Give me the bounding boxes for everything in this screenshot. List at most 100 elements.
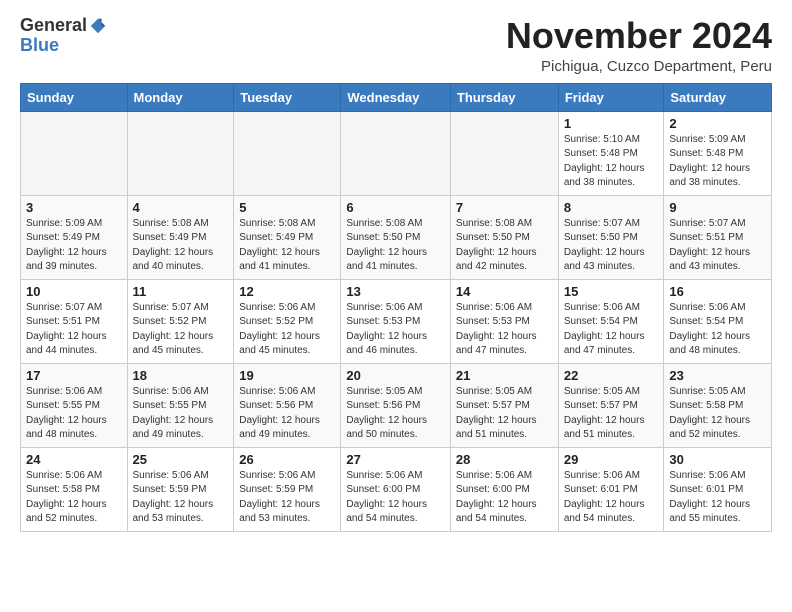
day-number: 23 — [669, 368, 766, 383]
day-number: 1 — [564, 116, 659, 131]
day-number: 14 — [456, 284, 553, 299]
day-number: 26 — [239, 452, 335, 467]
table-row: 2 Sunrise: 5:09 AM Sunset: 5:48 PM Daylig… — [664, 111, 772, 195]
table-row — [341, 111, 451, 195]
table-row — [450, 111, 558, 195]
day-number: 30 — [669, 452, 766, 467]
day-number: 17 — [26, 368, 122, 383]
table-row: 23 Sunrise: 5:05 AM Sunset: 5:58 PM Dayli… — [664, 363, 772, 447]
table-row: 22Sunrise: 5:05 AM Sunset: 5:57 PM Dayli… — [558, 363, 664, 447]
table-row: 9 Sunrise: 5:07 AM Sunset: 5:51 PM Daylig… — [664, 195, 772, 279]
col-sunday: Sunday — [21, 83, 128, 111]
day-info: Sunrise: 5:06 AM Sunset: 5:53 PM Dayligh… — [456, 301, 553, 359]
table-row: 13Sunrise: 5:06 AM Sunset: 5:53 PM Dayli… — [341, 279, 451, 363]
table-row: 5Sunrise: 5:08 AM Sunset: 5:49 PM Daylig… — [234, 195, 341, 279]
day-number: 27 — [346, 452, 445, 467]
table-row: 6 Sunrise: 5:08 AM Sunset: 5:50 PM Daylig… — [341, 195, 451, 279]
logo-general: General — [20, 16, 87, 36]
day-info: Sunrise: 5:06 AM Sunset: 6:00 PM Dayligh… — [346, 469, 445, 527]
calendar-week-row: 17 Sunrise: 5:06 AM Sunset: 5:55 PM Dayli… — [21, 363, 772, 447]
location-subtitle: Pichigua, Cuzco Department, Peru — [506, 58, 772, 75]
day-number: 7 — [456, 200, 553, 215]
table-row: 11 Sunrise: 5:07 AM Sunset: 5:52 PM Dayli… — [127, 279, 234, 363]
day-info: Sunrise: 5:08 AM Sunset: 5:49 PM Dayligh… — [239, 217, 335, 275]
logo-blue: Blue — [20, 36, 59, 56]
day-info: Sunrise: 5:07 AM Sunset: 5:51 PM Dayligh… — [26, 301, 122, 359]
calendar-week-row: 24 Sunrise: 5:06 AM Sunset: 5:58 PM Dayli… — [21, 447, 772, 531]
calendar-table: Sunday Monday Tuesday Wednesday Thursday… — [20, 83, 772, 532]
table-row: 18 Sunrise: 5:06 AM Sunset: 5:55 PM Dayli… — [127, 363, 234, 447]
day-info: Sunrise: 5:06 AM Sunset: 6:01 PM Dayligh… — [564, 469, 659, 527]
day-info: Sunrise: 5:10 AM Sunset: 5:48 PM Dayligh… — [564, 133, 659, 191]
day-info: Sunrise: 5:07 AM Sunset: 5:51 PM Dayligh… — [669, 217, 766, 275]
table-row: 30 Sunrise: 5:06 AM Sunset: 6:01 PM Dayli… — [664, 447, 772, 531]
table-row: 27 Sunrise: 5:06 AM Sunset: 6:00 PM Dayli… — [341, 447, 451, 531]
day-number: 28 — [456, 452, 553, 467]
day-info: Sunrise: 5:09 AM Sunset: 5:49 PM Dayligh… — [26, 217, 122, 275]
calendar-body: 1 Sunrise: 5:10 AM Sunset: 5:48 PM Daylig… — [21, 111, 772, 531]
day-info: Sunrise: 5:06 AM Sunset: 5:53 PM Dayligh… — [346, 301, 445, 359]
calendar-week-row: 1 Sunrise: 5:10 AM Sunset: 5:48 PM Daylig… — [21, 111, 772, 195]
col-saturday: Saturday — [664, 83, 772, 111]
col-tuesday: Tuesday — [234, 83, 341, 111]
day-info: Sunrise: 5:09 AM Sunset: 5:48 PM Dayligh… — [669, 133, 766, 191]
table-row: 28Sunrise: 5:06 AM Sunset: 6:00 PM Dayli… — [450, 447, 558, 531]
day-info: Sunrise: 5:06 AM Sunset: 5:55 PM Dayligh… — [26, 385, 122, 443]
table-row: 25Sunrise: 5:06 AM Sunset: 5:59 PM Dayli… — [127, 447, 234, 531]
day-number: 24 — [26, 452, 122, 467]
table-row — [127, 111, 234, 195]
table-row — [21, 111, 128, 195]
day-number: 19 — [239, 368, 335, 383]
col-wednesday: Wednesday — [341, 83, 451, 111]
table-row: 26 Sunrise: 5:06 AM Sunset: 5:59 PM Dayli… — [234, 447, 341, 531]
table-row: 3 Sunrise: 5:09 AM Sunset: 5:49 PM Daylig… — [21, 195, 128, 279]
day-number: 29 — [564, 452, 659, 467]
calendar-header-row: Sunday Monday Tuesday Wednesday Thursday… — [21, 83, 772, 111]
day-info: Sunrise: 5:08 AM Sunset: 5:50 PM Dayligh… — [346, 217, 445, 275]
col-thursday: Thursday — [450, 83, 558, 111]
calendar-week-row: 3 Sunrise: 5:09 AM Sunset: 5:49 PM Daylig… — [21, 195, 772, 279]
table-row: 15 Sunrise: 5:06 AM Sunset: 5:54 PM Dayli… — [558, 279, 664, 363]
day-info: Sunrise: 5:08 AM Sunset: 5:50 PM Dayligh… — [456, 217, 553, 275]
day-info: Sunrise: 5:07 AM Sunset: 5:50 PM Dayligh… — [564, 217, 659, 275]
month-title: November 2024 — [506, 16, 772, 56]
table-row: 16Sunrise: 5:06 AM Sunset: 5:54 PM Dayli… — [664, 279, 772, 363]
day-number: 4 — [133, 200, 229, 215]
table-row: 1 Sunrise: 5:10 AM Sunset: 5:48 PM Daylig… — [558, 111, 664, 195]
day-info: Sunrise: 5:06 AM Sunset: 6:01 PM Dayligh… — [669, 469, 766, 527]
day-info: Sunrise: 5:08 AM Sunset: 5:49 PM Dayligh… — [133, 217, 229, 275]
table-row: 29 Sunrise: 5:06 AM Sunset: 6:01 PM Dayli… — [558, 447, 664, 531]
day-number: 6 — [346, 200, 445, 215]
day-number: 15 — [564, 284, 659, 299]
day-number: 18 — [133, 368, 229, 383]
day-info: Sunrise: 5:05 AM Sunset: 5:57 PM Dayligh… — [564, 385, 659, 443]
calendar-week-row: 10 Sunrise: 5:07 AM Sunset: 5:51 PM Dayli… — [21, 279, 772, 363]
day-number: 3 — [26, 200, 122, 215]
logo-icon — [89, 17, 107, 35]
table-row: 8 Sunrise: 5:07 AM Sunset: 5:50 PM Daylig… — [558, 195, 664, 279]
day-info: Sunrise: 5:06 AM Sunset: 5:56 PM Dayligh… — [239, 385, 335, 443]
day-info: Sunrise: 5:06 AM Sunset: 5:58 PM Dayligh… — [26, 469, 122, 527]
col-friday: Friday — [558, 83, 664, 111]
table-row: 7 Sunrise: 5:08 AM Sunset: 5:50 PM Daylig… — [450, 195, 558, 279]
day-info: Sunrise: 5:06 AM Sunset: 5:54 PM Dayligh… — [564, 301, 659, 359]
title-block: November 2024 Pichigua, Cuzco Department… — [506, 16, 772, 75]
table-row: 19 Sunrise: 5:06 AM Sunset: 5:56 PM Dayli… — [234, 363, 341, 447]
table-row: 10 Sunrise: 5:07 AM Sunset: 5:51 PM Dayli… — [21, 279, 128, 363]
day-info: Sunrise: 5:05 AM Sunset: 5:57 PM Dayligh… — [456, 385, 553, 443]
day-number: 9 — [669, 200, 766, 215]
day-number: 2 — [669, 116, 766, 131]
table-row: 21Sunrise: 5:05 AM Sunset: 5:57 PM Dayli… — [450, 363, 558, 447]
table-row: 12Sunrise: 5:06 AM Sunset: 5:52 PM Dayli… — [234, 279, 341, 363]
day-number: 11 — [133, 284, 229, 299]
day-info: Sunrise: 5:06 AM Sunset: 5:55 PM Dayligh… — [133, 385, 229, 443]
calendar-page: General Blue November 2024 Pichigua, Cuz… — [0, 0, 792, 548]
day-info: Sunrise: 5:06 AM Sunset: 5:59 PM Dayligh… — [239, 469, 335, 527]
day-number: 12 — [239, 284, 335, 299]
day-info: Sunrise: 5:07 AM Sunset: 5:52 PM Dayligh… — [133, 301, 229, 359]
day-number: 20 — [346, 368, 445, 383]
day-number: 10 — [26, 284, 122, 299]
day-info: Sunrise: 5:05 AM Sunset: 5:58 PM Dayligh… — [669, 385, 766, 443]
page-header: General Blue November 2024 Pichigua, Cuz… — [20, 16, 772, 75]
day-number: 8 — [564, 200, 659, 215]
